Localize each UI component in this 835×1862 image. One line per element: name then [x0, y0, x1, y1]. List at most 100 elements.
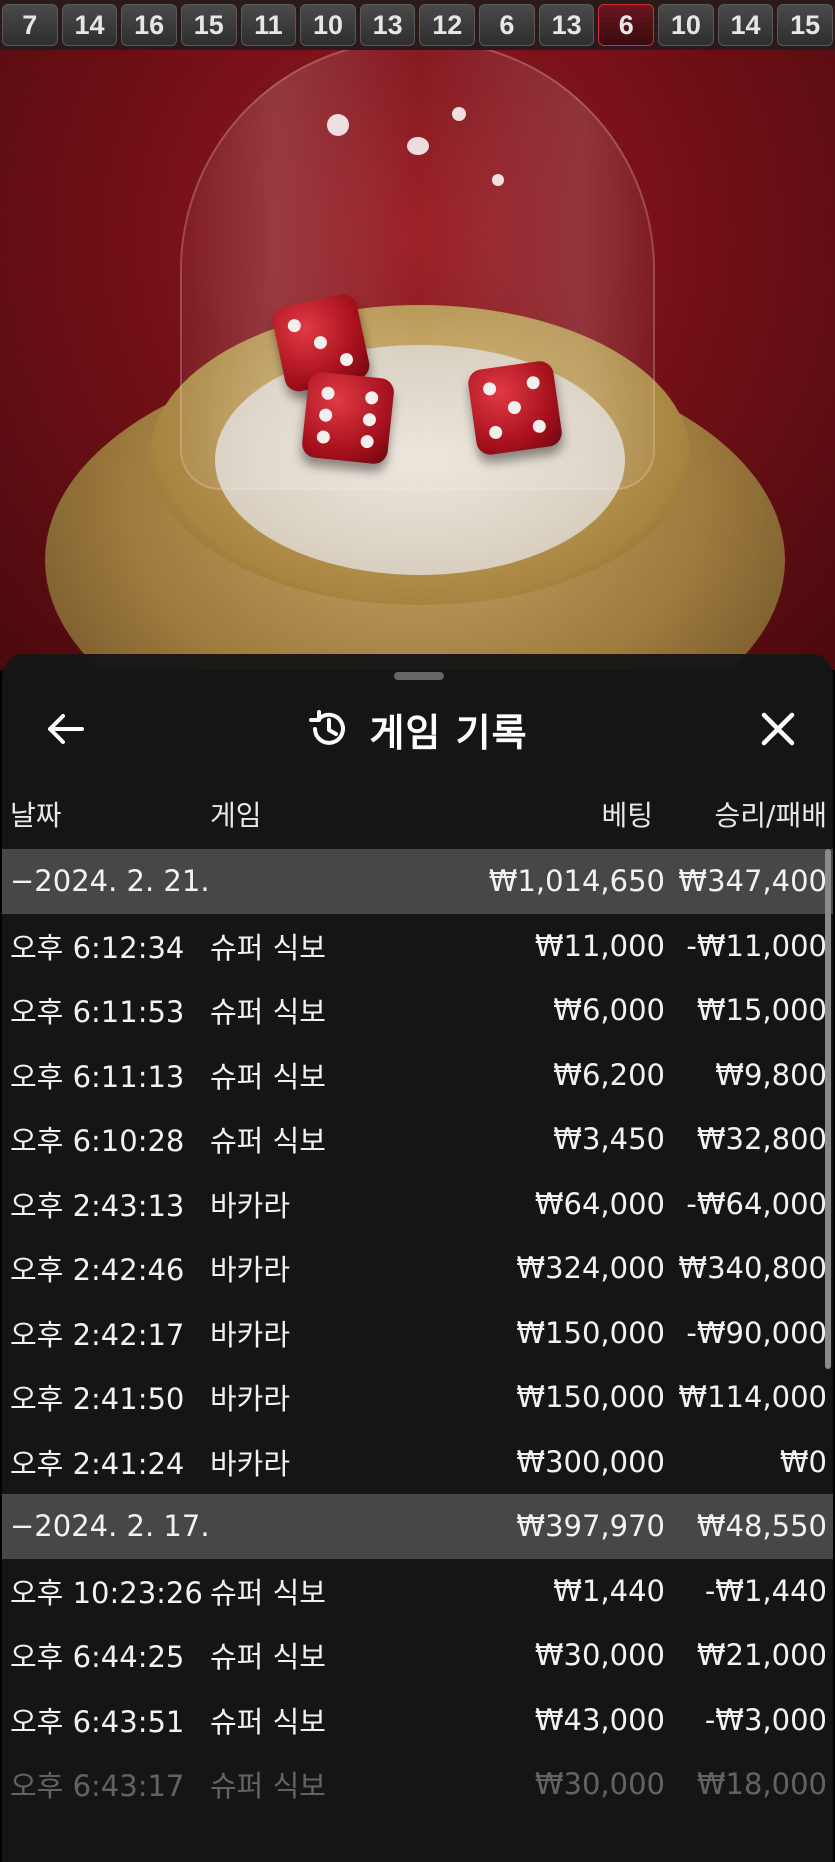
row-bet: ₩30,000: [534, 1767, 665, 1802]
row-bet: ₩11,000: [534, 928, 665, 963]
history-result-chip: 7: [2, 4, 58, 46]
row-result: -₩90,000: [686, 1315, 827, 1350]
sheet-drag-handle[interactable]: [394, 672, 444, 680]
row-result: ₩48,550: [696, 1509, 827, 1544]
row-bet: ₩30,000: [534, 1638, 665, 1673]
row-bet: ₩300,000: [516, 1444, 665, 1479]
history-result-chip: 10: [658, 4, 714, 46]
history-result-chip: 6: [479, 4, 535, 46]
column-headers: 날짜 게임 베팅 승리/패배: [2, 794, 833, 834]
scrollbar[interactable]: [825, 849, 831, 1369]
column-bet[interactable]: 베팅: [601, 794, 653, 834]
glass-dome: [180, 50, 655, 490]
row-time: 오후 2:43:13: [10, 1188, 185, 1223]
die-3: [466, 359, 564, 457]
history-row[interactable]: 오후 2:42:17 바카라 ₩150,000 -₩90,000: [2, 1301, 833, 1366]
row-game: 바카라: [210, 1446, 291, 1481]
row-time: 오후 6:12:34: [10, 930, 185, 965]
row-time: 오후 6:43:51: [10, 1704, 185, 1739]
result-history-bar: 7 14 16 15 11 10 13 12 6 13 6 10 14 15: [0, 0, 835, 50]
history-result-chip: 13: [538, 4, 595, 46]
date-group-row[interactable]: −2024. 2. 17. ₩397,970 ₩48,550: [2, 1494, 833, 1559]
row-game: 바카라: [210, 1382, 291, 1417]
row-game: 슈퍼 식보: [210, 1124, 326, 1159]
history-row[interactable]: 오후 6:43:17 슈퍼 식보 ₩30,000 ₩18,000: [2, 1752, 833, 1817]
row-time: 오후 2:42:17: [10, 1317, 185, 1352]
history-row[interactable]: 오후 6:44:25 슈퍼 식보 ₩30,000 ₩21,000: [2, 1623, 833, 1688]
row-bet: ₩3,450: [553, 1122, 665, 1157]
sheet-title: 게임 기록: [369, 710, 528, 755]
row-time: −2024. 2. 21.: [10, 864, 210, 899]
row-bet: ₩6,000: [553, 993, 665, 1028]
history-result-chip: 6: [598, 4, 655, 46]
history-row[interactable]: 오후 6:11:53 슈퍼 식보 ₩6,000 ₩15,000: [2, 978, 833, 1043]
history-result-chip: 12: [419, 4, 476, 46]
row-bet: ₩43,000: [534, 1702, 665, 1737]
row-game: 슈퍼 식보: [210, 1704, 326, 1739]
history-result-chip: 14: [717, 4, 774, 46]
row-result: ₩21,000: [696, 1638, 827, 1673]
history-result-chip: 16: [121, 4, 177, 46]
history-row[interactable]: 오후 2:42:46 바카라 ₩324,000 ₩340,800: [2, 1236, 833, 1301]
history-row[interactable]: 오후 6:43:51 슈퍼 식보 ₩43,000 -₩3,000: [2, 1688, 833, 1753]
history-row[interactable]: 오후 10:23:26 슈퍼 식보 ₩1,440 -₩1,440: [2, 1559, 833, 1624]
row-time: 오후 6:11:13: [10, 1059, 185, 1094]
arrow-left-icon: [48, 714, 84, 744]
close-button[interactable]: [753, 704, 803, 754]
row-bet: ₩150,000: [516, 1315, 665, 1350]
close-icon: [761, 712, 795, 746]
history-row[interactable]: 오후 2:41:24 바카라 ₩300,000 ₩0: [2, 1430, 833, 1495]
row-result: -₩64,000: [686, 1186, 827, 1221]
row-time: 오후 6:44:25: [10, 1640, 185, 1675]
column-date[interactable]: 날짜: [10, 794, 62, 834]
row-result: ₩0: [779, 1444, 827, 1479]
history-row[interactable]: 오후 6:12:34 슈퍼 식보 ₩11,000 -₩11,000: [2, 914, 833, 979]
row-result: ₩32,800: [696, 1122, 827, 1157]
row-game: 슈퍼 식보: [210, 1575, 326, 1610]
row-game: 슈퍼 식보: [210, 1059, 326, 1094]
row-result: ₩114,000: [678, 1380, 827, 1415]
live-dice-video: [0, 50, 835, 670]
row-time: 오후 10:23:26: [10, 1575, 203, 1610]
row-bet: ₩1,440: [553, 1573, 665, 1608]
column-result[interactable]: 승리/패배: [715, 794, 827, 834]
row-result: ₩340,800: [678, 1251, 827, 1286]
sheet-header: 게임 기록: [2, 694, 833, 764]
row-time: 오후 2:41:24: [10, 1446, 185, 1481]
history-row[interactable]: 오후 2:41:50 바카라 ₩150,000 ₩114,000: [2, 1365, 833, 1430]
row-time: 오후 2:42:46: [10, 1253, 185, 1288]
row-game: 바카라: [210, 1188, 291, 1223]
row-result: ₩15,000: [696, 993, 827, 1028]
history-row[interactable]: 오후 2:43:13 바카라 ₩64,000 -₩64,000: [2, 1172, 833, 1237]
row-bet: ₩64,000: [534, 1186, 665, 1221]
history-result-chip: 15: [180, 4, 237, 46]
date-group-row[interactable]: −2024. 2. 21. ₩1,014,650 ₩347,400: [2, 849, 833, 914]
row-game: 바카라: [210, 1317, 291, 1352]
row-result: ₩9,800: [715, 1057, 827, 1092]
row-result: ₩347,400: [678, 864, 827, 899]
row-result: -₩1,440: [704, 1573, 827, 1608]
row-bet: ₩6,200: [553, 1057, 665, 1092]
row-time: 오후 6:11:53: [10, 995, 185, 1030]
history-result-chip: 13: [359, 4, 416, 46]
history-list: −2024. 2. 21. ₩1,014,650 ₩347,400 오후 6:12:3…: [2, 849, 833, 1817]
row-game: 슈퍼 식보: [210, 930, 326, 965]
row-bet: ₩397,970: [516, 1509, 665, 1544]
history-row[interactable]: 오후 6:11:13 슈퍼 식보 ₩6,200 ₩9,800: [2, 1043, 833, 1108]
history-row[interactable]: 오후 6:10:28 슈퍼 식보 ₩3,450 ₩32,800: [2, 1107, 833, 1172]
row-time: 오후 2:41:50: [10, 1382, 185, 1417]
row-game: 슈퍼 식보: [210, 995, 326, 1030]
history-clock-icon: [309, 710, 346, 745]
row-game: 슈퍼 식보: [210, 1640, 326, 1675]
history-result-chip: 10: [300, 4, 356, 46]
row-time: 오후 6:43:17: [10, 1769, 185, 1804]
row-game: 슈퍼 식보: [210, 1769, 326, 1804]
history-result-chip: 11: [240, 4, 297, 46]
row-game: 바카라: [210, 1253, 291, 1288]
row-time: 오후 6:10:28: [10, 1124, 185, 1159]
column-game[interactable]: 게임: [210, 794, 262, 834]
back-button[interactable]: [40, 704, 90, 754]
die-2: [300, 370, 396, 466]
row-time: −2024. 2. 17.: [10, 1509, 210, 1544]
history-result-chip: 14: [61, 4, 118, 46]
